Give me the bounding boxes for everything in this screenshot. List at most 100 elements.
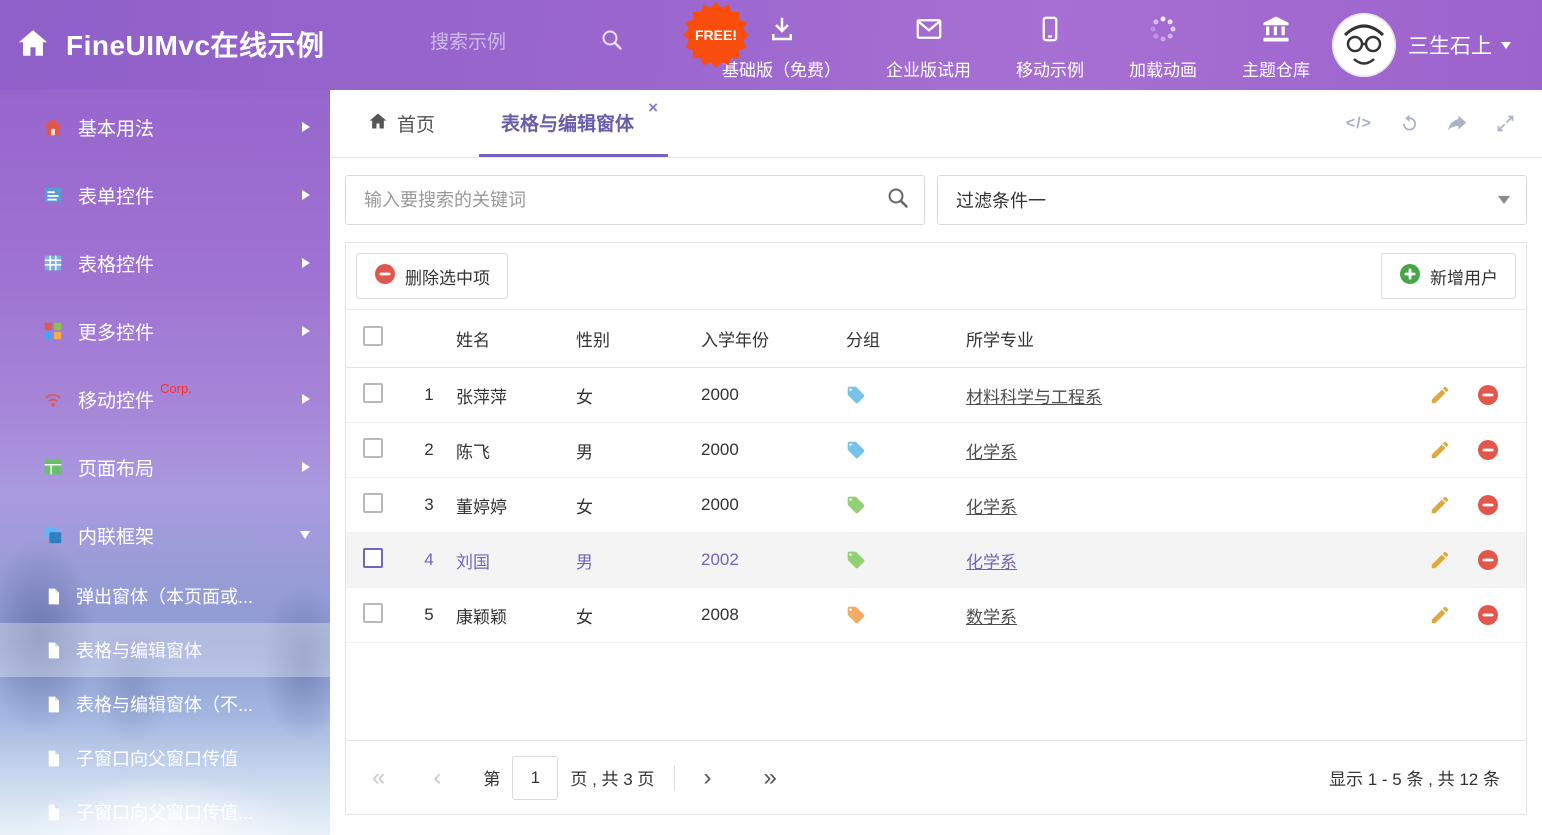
sidebar-subitem-child-to-parent-2[interactable]: 子窗口向父窗口传值... (0, 785, 330, 835)
nav-theme-repo[interactable]: 主题仓库 (1242, 14, 1310, 81)
pagination-bar: « ‹ 第 页 , 共 3 页 › » 显示 1 - 5 条 , 共 12 条 (346, 740, 1526, 814)
cell-name: 刘国 (456, 548, 576, 573)
delete-selected-button[interactable]: 删除选中项 (356, 253, 508, 299)
cell-year: 2000 (701, 495, 846, 515)
tab-home[interactable]: 首页 (362, 90, 441, 157)
chevron-right-icon (302, 258, 310, 268)
header-search[interactable] (430, 28, 640, 57)
chevron-right-icon (302, 394, 310, 404)
expand-icon[interactable] (1495, 113, 1516, 134)
sidebar-subitem-popup-window[interactable]: 弹出窗体（本页面或... (0, 569, 330, 623)
nav-enterprise-trial[interactable]: 企业版试用 (886, 14, 971, 81)
edit-icon[interactable] (1429, 549, 1451, 571)
edit-icon[interactable] (1429, 439, 1451, 461)
code-icon[interactable]: </> (1346, 115, 1372, 133)
sidebar-item-label: 表格控件 (78, 250, 154, 277)
delete-icon[interactable] (1477, 384, 1499, 406)
column-header-major: 所学专业 (966, 326, 1408, 351)
row-checkbox[interactable] (363, 603, 383, 623)
file-icon (44, 695, 63, 714)
avatar[interactable] (1332, 13, 1396, 77)
pagination-divider (674, 765, 675, 791)
row-checkbox[interactable] (363, 438, 383, 458)
share-icon[interactable] (1447, 113, 1468, 134)
major-link[interactable]: 化学系 (966, 498, 1017, 517)
sidebar-item-form-controls[interactable]: 表单控件 (0, 161, 330, 229)
refresh-icon[interactable] (1399, 113, 1420, 134)
major-link[interactable]: 数学系 (966, 608, 1017, 627)
sidebar-item-label: 页面布局 (78, 454, 154, 481)
minus-circle-icon (374, 263, 396, 290)
app-home-icon[interactable] (16, 26, 50, 65)
keyword-search-input[interactable] (364, 190, 886, 211)
edit-icon[interactable] (1429, 384, 1451, 406)
sidebar-item-more-controls[interactable]: 更多控件 (0, 297, 330, 365)
download-icon (767, 14, 797, 49)
envelope-icon (914, 14, 944, 49)
frames-icon (42, 524, 64, 546)
next-page-icon[interactable]: › (703, 766, 711, 790)
keyword-search-box[interactable] (345, 175, 925, 225)
row-checkbox[interactable] (363, 548, 383, 568)
delete-icon[interactable] (1477, 604, 1499, 626)
header-search-input[interactable] (430, 32, 600, 54)
nav-label: 主题仓库 (1242, 56, 1310, 81)
table-icon (42, 252, 64, 274)
major-link[interactable]: 化学系 (966, 553, 1017, 572)
record-summary: 显示 1 - 5 条 , 共 12 条 (1329, 765, 1500, 790)
edit-icon[interactable] (1429, 604, 1451, 626)
cell-year: 2000 (701, 385, 846, 405)
cell-name: 张萍萍 (456, 383, 576, 408)
cell-index: 4 (408, 550, 456, 570)
tab-grid-edit-window[interactable]: 表格与编辑窗体 × (479, 90, 668, 157)
sidebar-item-label: 基本用法 (78, 114, 154, 141)
form-icon (42, 184, 64, 206)
layout-icon (42, 456, 64, 478)
sidebar-item-basic-usage[interactable]: 基本用法 (0, 93, 330, 161)
page-number-input[interactable] (512, 756, 558, 800)
sidebar-item-mobile-controls[interactable]: 移动控件 Corp. (0, 365, 330, 433)
major-link[interactable]: 化学系 (966, 443, 1017, 462)
cell-group (846, 495, 966, 515)
table-row[interactable]: 4 刘国 男 2002 化学系 (346, 533, 1526, 588)
nav-loading-animation[interactable]: 加载动画 (1129, 14, 1197, 81)
select-all-checkbox[interactable] (363, 326, 383, 346)
add-user-button[interactable]: 新增用户 (1381, 253, 1516, 299)
sidebar-item-grid-controls[interactable]: 表格控件 (0, 229, 330, 297)
table-row[interactable]: 3 董婷婷 女 2000 化学系 (346, 478, 1526, 533)
sidebar-subitem-label: 表格与编辑窗体（不... (76, 691, 253, 717)
edit-icon[interactable] (1429, 494, 1451, 516)
sidebar-subitem-grid-edit-window[interactable]: 表格与编辑窗体 (0, 623, 330, 677)
column-header-group: 分组 (846, 326, 966, 351)
table-row[interactable]: 2 陈飞 男 2000 化学系 (346, 423, 1526, 478)
last-page-icon[interactable]: » (763, 766, 776, 790)
close-icon[interactable]: × (648, 99, 658, 116)
table-row[interactable]: 1 张萍萍 女 2000 材料科学与工程系 (346, 368, 1526, 423)
sidebar-subitem-child-to-parent[interactable]: 子窗口向父窗口传值 (0, 731, 330, 785)
sidebar-item-iframe[interactable]: 内联框架 (0, 501, 330, 569)
nav-mobile-demo[interactable]: 移动示例 (1016, 14, 1084, 81)
sidebar-item-page-layout[interactable]: 页面布局 (0, 433, 330, 501)
plus-circle-icon (1399, 263, 1421, 290)
row-checkbox[interactable] (363, 493, 383, 513)
cell-index: 5 (408, 605, 456, 625)
search-icon[interactable] (886, 186, 910, 215)
tab-actions: </> (1346, 90, 1542, 157)
delete-icon[interactable] (1477, 549, 1499, 571)
cell-group (846, 605, 966, 625)
delete-icon[interactable] (1477, 439, 1499, 461)
spinner-icon (1148, 14, 1178, 49)
sidebar-subitem-grid-edit-window-2[interactable]: 表格与编辑窗体（不... (0, 677, 330, 731)
tab-label: 首页 (397, 110, 435, 137)
filter-dropdown[interactable]: 过滤条件一 (937, 175, 1527, 225)
major-link[interactable]: 材料科学与工程系 (966, 388, 1102, 407)
delete-icon[interactable] (1477, 494, 1499, 516)
sidebar-item-label: 移动控件 (78, 386, 154, 413)
prev-page-icon[interactable]: ‹ (433, 766, 441, 790)
user-menu[interactable]: 三生石上 (1408, 30, 1511, 60)
first-page-icon[interactable]: « (372, 766, 385, 790)
search-icon[interactable] (600, 28, 624, 57)
row-checkbox[interactable] (363, 383, 383, 403)
main-content: 首页 表格与编辑窗体 × </> 过滤条件一 (330, 90, 1542, 835)
table-row[interactable]: 5 康颖颖 女 2008 数学系 (346, 588, 1526, 643)
